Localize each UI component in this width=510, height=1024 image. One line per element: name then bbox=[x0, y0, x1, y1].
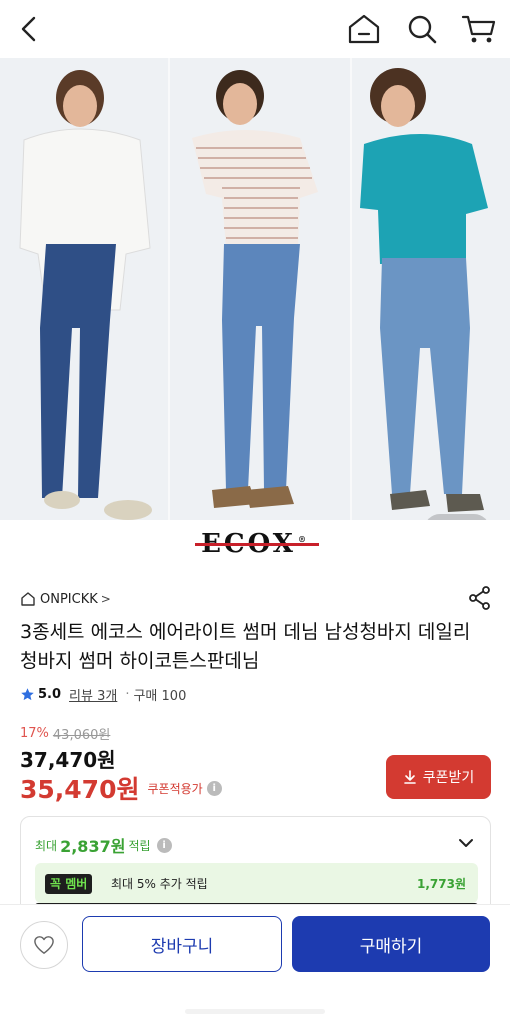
store-chevron: > bbox=[100, 592, 111, 606]
member-bonus-row: 꼭 멤버 최대 5% 추가 적립 1,773원 bbox=[35, 863, 478, 903]
brand-strip: ECOX ® bbox=[0, 520, 510, 568]
rating-score: 5.0 bbox=[38, 686, 62, 702]
buy-now-button[interactable]: 구매하기 bbox=[292, 916, 490, 972]
brand-logo: ECOX ® bbox=[195, 529, 319, 559]
member-desc: 최대 5% 추가 적립 bbox=[111, 877, 208, 891]
info-icon[interactable]: i bbox=[156, 837, 172, 853]
max-points-suffix: 적립 bbox=[128, 838, 151, 853]
points-panel: 최대 2,837원 적립 i 꼭 멤버 최대 5% 추가 적립 1,773원 bbox=[20, 816, 491, 916]
heart-icon bbox=[34, 936, 54, 954]
rating-separator: · bbox=[125, 686, 130, 702]
store-link[interactable]: ONPICKK > bbox=[20, 588, 111, 610]
add-to-cart-button[interactable]: 장바구니 bbox=[82, 916, 282, 972]
home-icon[interactable] bbox=[346, 12, 382, 46]
get-coupon-label: 쿠폰받기 bbox=[422, 769, 475, 785]
back-arrow-icon[interactable] bbox=[14, 12, 46, 46]
star-icon bbox=[21, 687, 34, 700]
max-points-prefix: 최대 bbox=[35, 838, 58, 853]
original-price: 43,060원 bbox=[52, 728, 111, 743]
cart-icon[interactable] bbox=[460, 12, 498, 46]
share-icon[interactable] bbox=[466, 584, 494, 612]
coupon-price: 35,470원 bbox=[20, 775, 140, 804]
discount-percent: 17% bbox=[20, 726, 49, 741]
info-icon[interactable]: i bbox=[206, 780, 222, 796]
download-icon bbox=[403, 770, 416, 784]
review-link[interactable]: 리뷰 3개 bbox=[69, 685, 117, 704]
member-badge: 꼭 멤버 bbox=[45, 874, 93, 894]
store-name: ONPICKK bbox=[40, 591, 98, 607]
home-indicator bbox=[185, 1009, 325, 1014]
sale-price: 37,470원 bbox=[20, 748, 116, 772]
chevron-down-icon[interactable] bbox=[456, 833, 476, 853]
coupon-price-label: 쿠폰적용가 bbox=[147, 781, 203, 796]
coupon-price-row: 35,470원 쿠폰적용가 i bbox=[20, 770, 222, 806]
purchase-count: 구매 100 bbox=[133, 688, 187, 704]
wishlist-button[interactable] bbox=[20, 921, 68, 969]
rating-row: 5.0 리뷰 3개 · 구매 100 bbox=[20, 684, 186, 704]
store-home-icon bbox=[21, 592, 35, 606]
get-coupon-button[interactable]: 쿠폰받기 bbox=[386, 755, 491, 799]
max-points-row: 최대 2,837원 적립 i bbox=[35, 833, 172, 857]
product-image-carousel[interactable]: 1/4 ECOX® bbox=[0, 58, 510, 568]
member-amount: 1,773원 bbox=[417, 877, 466, 891]
search-icon[interactable] bbox=[404, 12, 440, 46]
max-points-amount: 2,837원 bbox=[60, 837, 126, 856]
product-title: 3종세트 에코스 에어라이트 썸머 데님 남성청바지 데일리청바지 썸머 하이코… bbox=[20, 621, 471, 672]
discount-row: 17% 43,060원 bbox=[20, 724, 110, 743]
product-photo bbox=[0, 58, 510, 520]
top-bar bbox=[0, 0, 510, 58]
bottom-action-bar: 장바구니 구매하기 bbox=[0, 904, 510, 1024]
